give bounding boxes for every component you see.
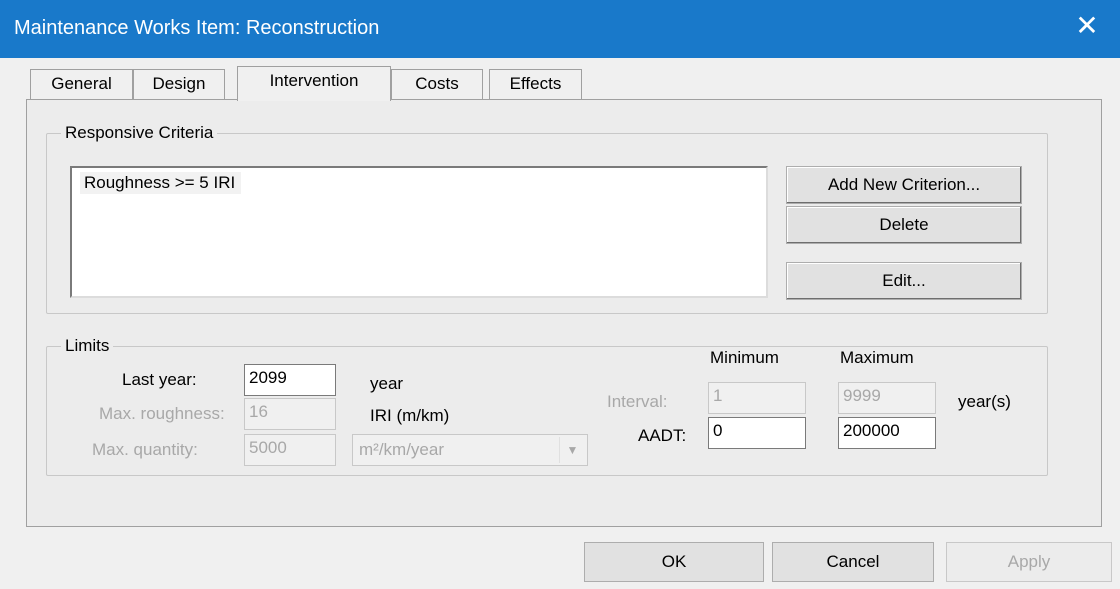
interval-unit: year(s) [958, 392, 1011, 411]
criteria-listbox[interactable]: Roughness >= 5 IRI [70, 166, 768, 298]
criteria-list-item[interactable]: Roughness >= 5 IRI [80, 172, 242, 194]
minimum-column-header: Minimum [710, 348, 779, 367]
last-year-unit: year [370, 374, 404, 393]
add-new-criterion-button[interactable]: Add New Criterion... [786, 166, 1022, 204]
close-icon[interactable]: ✕ [1072, 11, 1102, 41]
chevron-down-icon[interactable]: ▼ [559, 437, 585, 463]
apply-button[interactable]: Apply [946, 542, 1112, 582]
tab-design[interactable]: Design [133, 69, 225, 99]
interval-max-input[interactable]: 9999 [838, 382, 936, 414]
max-roughness-unit: IRI (m/km) [370, 406, 450, 425]
last-year-input[interactable]: 2099 [244, 364, 336, 396]
responsive-criteria-legend: Responsive Criteria [61, 123, 218, 143]
aadt-max-input[interactable]: 200000 [838, 417, 936, 449]
tab-general[interactable]: General [30, 69, 133, 99]
cancel-button[interactable]: Cancel [772, 542, 934, 582]
quantity-unit-value: m²/km/year [359, 440, 444, 459]
max-quantity-label: Max. quantity: [92, 440, 198, 459]
aadt-label: AADT: [638, 426, 687, 445]
limits-legend: Limits [61, 336, 114, 356]
maximum-column-header: Maximum [840, 348, 914, 367]
quantity-unit-dropdown[interactable]: m²/km/year ▼ [352, 434, 588, 466]
title-bar: Maintenance Works Item: Reconstruction ✕ [0, 0, 1120, 58]
delete-criterion-button[interactable]: Delete [786, 206, 1022, 244]
aadt-min-input[interactable]: 0 [708, 417, 806, 449]
max-quantity-input[interactable]: 5000 [244, 434, 336, 466]
edit-criterion-button[interactable]: Edit... [786, 262, 1022, 300]
ok-button[interactable]: OK [584, 542, 764, 582]
tab-intervention[interactable]: Intervention [237, 66, 391, 101]
last-year-label: Last year: [122, 370, 197, 389]
interval-label: Interval: [607, 392, 668, 411]
tab-costs[interactable]: Costs [391, 69, 483, 99]
interval-min-input[interactable]: 1 [708, 382, 806, 414]
tab-effects[interactable]: Effects [489, 69, 582, 99]
max-roughness-input[interactable]: 16 [244, 398, 336, 430]
window-title: Maintenance Works Item: Reconstruction [14, 17, 380, 39]
max-roughness-label: Max. roughness: [99, 404, 225, 423]
